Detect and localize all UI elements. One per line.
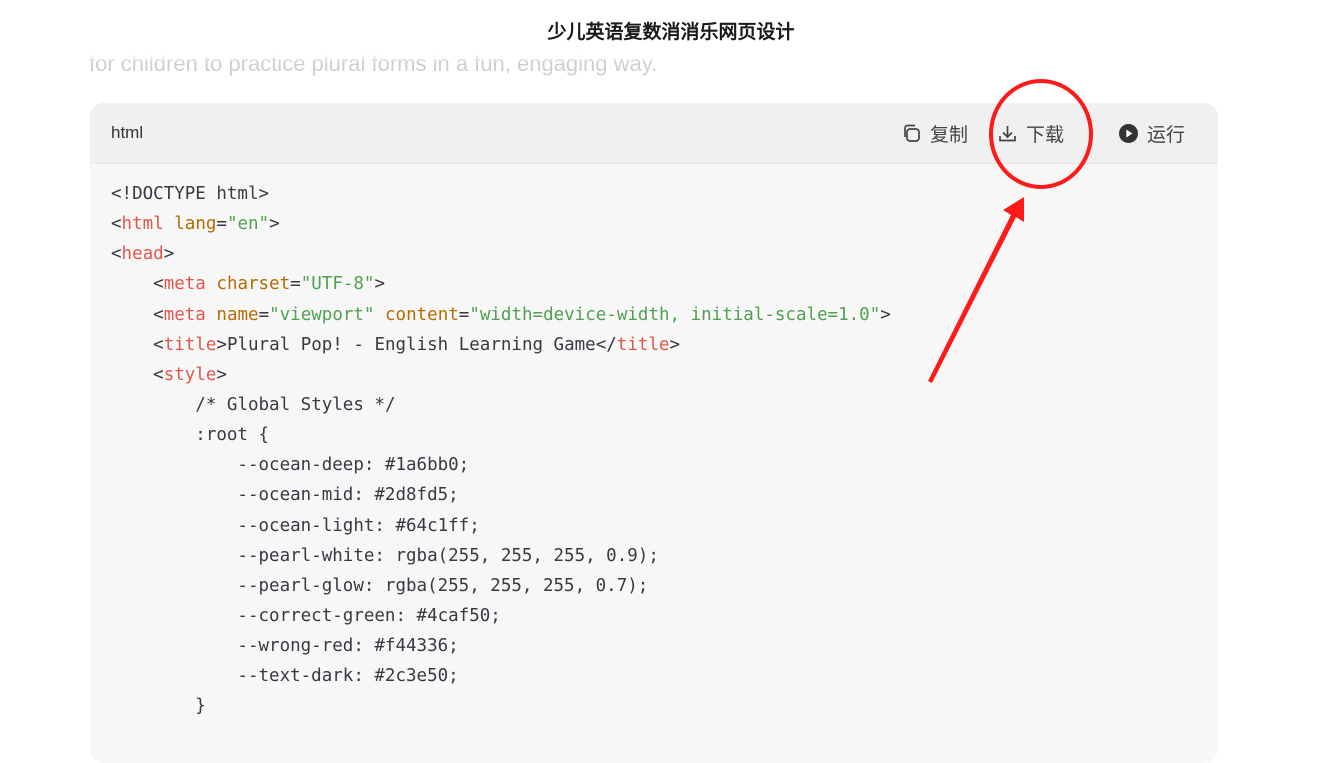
code-token: < (111, 244, 122, 265)
download-icon (997, 123, 1018, 144)
code-token: name (216, 304, 259, 325)
code-token: style (163, 364, 217, 385)
code-token: html (121, 214, 164, 235)
code-token: <!DOCTYPE html> (111, 184, 270, 204)
code-header: html 复制 下载 运行 (90, 103, 1218, 164)
code-body: <!DOCTYPE html> <html lang="en"> <head> <m… (90, 164, 1218, 722)
copy-button-label: 复制 (930, 124, 969, 146)
code-line: /* Global Styles */ (111, 390, 1218, 420)
code-token: "en" (226, 214, 270, 235)
code-token: < (153, 304, 164, 325)
code-token: --ocean-deep: #1a6bb0; (111, 455, 470, 476)
code-line: } (111, 691, 1218, 721)
code-token: < (153, 364, 164, 385)
code-token: --correct-green: #4caf50; (111, 605, 501, 626)
code-token: </ (595, 334, 617, 355)
code-line: --correct-green: #4caf50; (111, 601, 1218, 631)
code-token: Plural Pop! - English Learning Game (226, 334, 596, 355)
code-token: head (121, 244, 164, 265)
code-line: --ocean-light: #64c1ff; (111, 511, 1218, 541)
code-token: = (216, 214, 227, 235)
copy-icon (901, 123, 922, 144)
run-button[interactable]: 运行 (1118, 120, 1185, 146)
code-token: --ocean-mid: #2d8fd5; (111, 485, 459, 506)
page-title: 少儿英语复数消消乐网页设计 (547, 22, 795, 43)
code-token: meta (163, 274, 206, 295)
code-line: --text-dark: #2c3e50; (111, 661, 1218, 691)
copy-button[interactable]: 复制 (901, 120, 968, 146)
code-token: meta (163, 304, 206, 325)
code-line: --ocean-deep: #1a6bb0; (111, 450, 1218, 480)
code-token: > (669, 334, 681, 355)
code-line: --ocean-mid: #2d8fd5; (111, 480, 1218, 510)
code-token: > (269, 214, 280, 235)
code-token: "UTF-8" (300, 274, 375, 295)
code-token: charset (216, 274, 291, 295)
code-token: --ocean-light: #64c1ff; (111, 515, 480, 536)
code-token: content (385, 304, 459, 325)
code-token: } (111, 696, 206, 717)
code-line: <head> (111, 239, 1218, 269)
code-token: title (616, 334, 670, 355)
code-token: --pearl-white: rgba(255, 255, 255, 0.9); (111, 545, 659, 566)
code-line: <meta name="viewport" content="width=dev… (111, 300, 1218, 330)
code-line: :root { (111, 420, 1218, 450)
code-token: --wrong-red: #f44336; (111, 636, 459, 657)
code-token: /* Global Styles */ (195, 394, 396, 415)
code-token: > (163, 244, 175, 265)
code-token: > (216, 334, 227, 355)
faded-overlay (89, 47, 789, 63)
code-token: = (290, 274, 301, 295)
play-circle-icon (1118, 123, 1139, 144)
code-token: < (111, 214, 122, 235)
code-language-label: html (111, 123, 144, 142)
code-block: html 复制 下载 运行 <!DOCTYPE html> <html lang… (90, 103, 1218, 763)
code-line: --wrong-red: #f44336; (111, 631, 1218, 661)
code-token: "viewport" (269, 304, 375, 325)
code-line: <title>Plural Pop! - English Learning Ga… (111, 330, 1218, 360)
download-button[interactable]: 下载 (997, 120, 1064, 146)
code-line: <meta charset="UTF-8"> (111, 269, 1218, 299)
code-token: --text-dark: #2c3e50; (111, 666, 459, 687)
code-token: = (458, 304, 470, 325)
code-token: > (880, 304, 891, 325)
code-line: --pearl-white: rgba(255, 255, 255, 0.9); (111, 541, 1218, 571)
code-token: "width=device-width, initial-scale=1.0" (469, 304, 881, 325)
code-token: :root { (111, 425, 270, 446)
code-token: lang (174, 214, 217, 235)
code-line: --pearl-glow: rgba(255, 255, 255, 0.7); (111, 571, 1218, 601)
code-line: <style> (111, 360, 1218, 390)
code-token: < (153, 334, 164, 355)
download-button-label: 下载 (1026, 124, 1065, 146)
code-token: > (374, 274, 386, 295)
code-line: <html lang="en"> (111, 209, 1218, 239)
code-token: --pearl-glow: rgba(255, 255, 255, 0.7); (111, 575, 649, 596)
code-token: title (163, 334, 217, 355)
code-token: = (258, 304, 270, 325)
code-line: <!DOCTYPE html> (111, 179, 1218, 209)
run-button-label: 运行 (1147, 124, 1186, 146)
code-token: < (153, 274, 164, 295)
code-token: > (216, 364, 227, 385)
